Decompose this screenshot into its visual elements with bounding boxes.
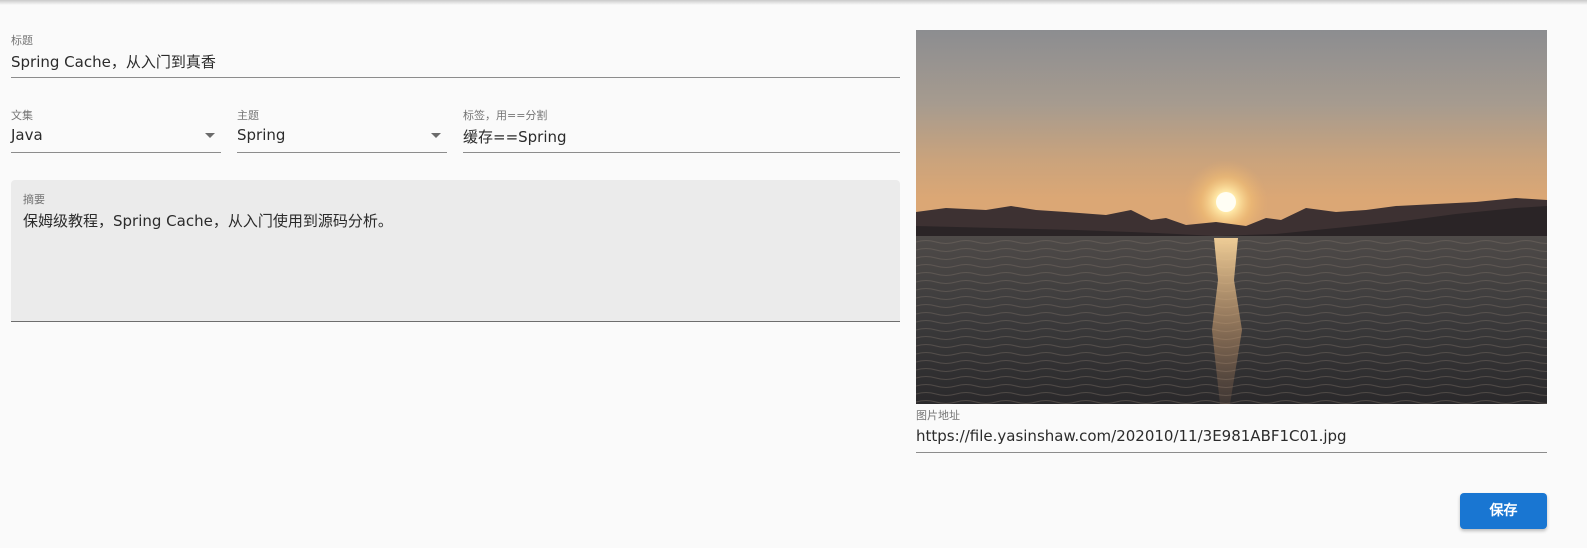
collection-label: 文集 [11, 109, 33, 122]
image-url-label: 图片地址 [916, 409, 960, 422]
topic-label: 主题 [237, 109, 259, 122]
cover-image [916, 30, 1547, 404]
image-url-input[interactable]: https://file.yasinshaw.com/202010/11/3E9… [916, 427, 1347, 445]
topic-select[interactable]: 主题 Spring [237, 107, 447, 153]
tags-label: 标签，用==分割 [463, 109, 548, 122]
dropdown-arrow-icon[interactable] [431, 133, 441, 138]
save-button[interactable]: 保存 [1460, 493, 1547, 529]
collection-select[interactable]: 文集 Java [11, 107, 221, 153]
summary-label: 摘要 [23, 193, 45, 206]
app-bar-shadow [0, 0, 1587, 5]
topic-value[interactable]: Spring [237, 126, 285, 144]
title-label: 标题 [11, 34, 33, 47]
summary-text[interactable]: 保姆级教程，Spring Cache，从入门使用到源码分析。 [23, 210, 393, 231]
tags-input[interactable]: 缓存==Spring [463, 126, 567, 147]
summary-textarea[interactable]: 摘要 保姆级教程，Spring Cache，从入门使用到源码分析。 [11, 180, 900, 322]
dropdown-arrow-icon[interactable] [205, 133, 215, 138]
collection-value[interactable]: Java [11, 126, 43, 144]
title-input[interactable]: Spring Cache，从入门到真香 [11, 51, 216, 72]
tags-field[interactable]: 标签，用==分割 缓存==Spring [463, 107, 900, 153]
image-url-field[interactable]: 图片地址 https://file.yasinshaw.com/202010/1… [916, 407, 1547, 453]
title-field[interactable]: 标题 Spring Cache，从入门到真香 [11, 32, 900, 78]
